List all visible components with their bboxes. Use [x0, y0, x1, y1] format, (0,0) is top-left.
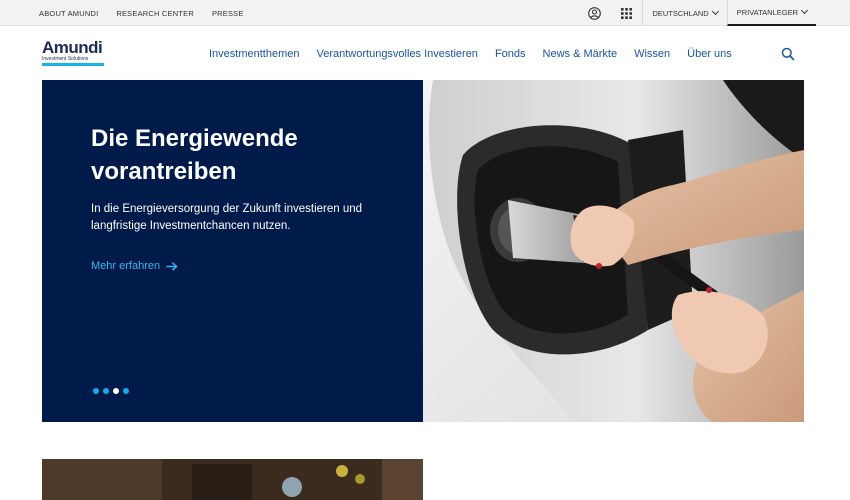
amundi-logo[interactable]: Amundi Investment Solutions: [42, 38, 106, 70]
logo-wordmark: Amundi: [42, 38, 103, 57]
hero-cta-label: Mehr erfahren: [91, 260, 161, 272]
nav-wissen[interactable]: Wissen: [634, 48, 670, 60]
country-select-label: DEUTSCHLAND: [652, 8, 709, 18]
hero-text-panel: Die Energiewende vorantreiben In die Ene…: [42, 80, 423, 422]
utility-links: ABOUT AMUNDI RESEARCH CENTER PRESSE: [39, 0, 244, 26]
nav-news-maerkte[interactable]: News & Märkte: [543, 48, 618, 60]
main-header: Amundi Investment Solutions Investmentth…: [0, 26, 850, 82]
audience-select-label: PRIVATANLEGER: [736, 7, 798, 17]
hero-carousel: Die Energiewende vorantreiben In die Ene…: [42, 80, 804, 422]
carousel-pagination: [93, 388, 129, 394]
hero-cta-link[interactable]: Mehr erfahren: [91, 260, 178, 272]
country-select[interactable]: DEUTSCHLAND: [642, 0, 726, 26]
nav-verantwortungsvolles-investieren[interactable]: Verantwortungsvolles Investieren: [317, 48, 478, 60]
apps-grid-icon: [620, 7, 632, 19]
utility-bar: ABOUT AMUNDI RESEARCH CENTER PRESSE DEUT…: [0, 0, 850, 26]
chevron-down-icon: [800, 6, 809, 15]
main-nav: Investmentthemen Verantwortungsvolles In…: [209, 26, 732, 82]
search-button[interactable]: [780, 46, 796, 62]
hero-description: In die Energieversorgung der Zukunft inv…: [91, 203, 363, 232]
research-center-link[interactable]: RESEARCH CENTER: [116, 9, 194, 18]
nav-ueber-uns[interactable]: Über uns: [687, 48, 732, 60]
nav-investmentthemen[interactable]: Investmentthemen: [209, 48, 300, 60]
carousel-dot-4[interactable]: [123, 388, 129, 394]
carousel-dot-2[interactable]: [103, 388, 109, 394]
hero-title: Die Energiewende vorantreiben: [91, 125, 298, 185]
teaser-image[interactable]: [42, 459, 423, 500]
carousel-dot-1[interactable]: [93, 388, 99, 394]
audience-select[interactable]: PRIVATANLEGER: [726, 0, 816, 26]
about-amundi-link[interactable]: ABOUT AMUNDI: [39, 9, 98, 18]
logo-accent-bar: [42, 63, 104, 66]
carousel-dot-3[interactable]: [113, 388, 119, 394]
user-account-button[interactable]: [578, 0, 610, 26]
chevron-down-icon: [711, 7, 719, 16]
user-account-icon: [588, 6, 601, 20]
nav-fonds[interactable]: Fonds: [495, 48, 526, 60]
apps-grid-button[interactable]: [610, 0, 642, 26]
arrow-right-icon: [166, 261, 178, 271]
utility-right: DEUTSCHLAND PRIVATANLEGER: [578, 0, 816, 26]
presse-link[interactable]: PRESSE: [212, 9, 244, 18]
hero-image-ev-charging: [423, 80, 804, 422]
search-icon: [781, 47, 795, 61]
